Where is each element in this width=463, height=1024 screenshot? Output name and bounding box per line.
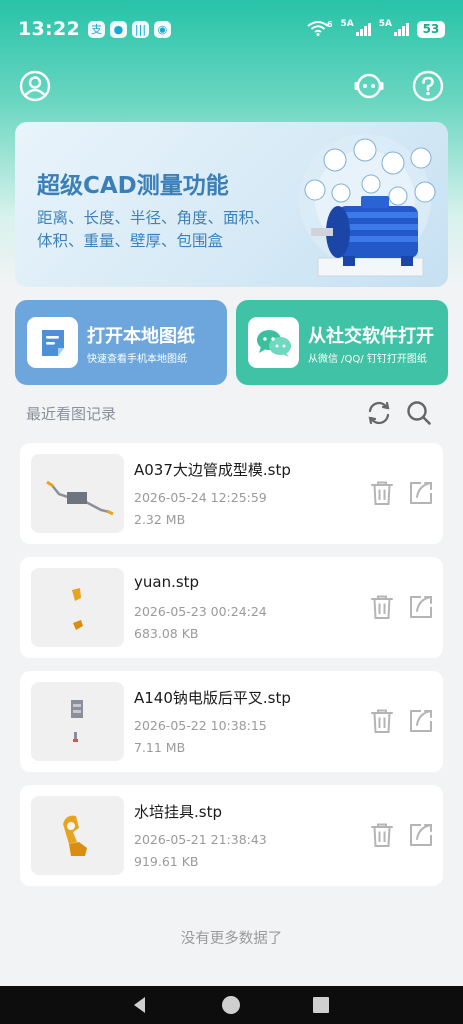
open-social-subtitle: 从微信 /QQ/ 钉钉打开图纸 (308, 354, 427, 365)
file-name: A037大边管成型模.stp (134, 461, 291, 479)
file-name: yuan.stp (134, 573, 200, 591)
robot-assistant-icon[interactable] (353, 70, 385, 102)
no-more-data-text: 没有更多数据了 (180, 931, 283, 947)
signal-icon-1 (355, 22, 371, 36)
file-date: 2026-05-21 21:38:43 (134, 832, 267, 847)
share-icon[interactable] (408, 708, 434, 734)
file-name: 水培挂具.stp (134, 803, 222, 821)
share-icon[interactable] (408, 822, 434, 848)
notification-icons: 支 ● ||| ◉ (87, 20, 171, 38)
file-item[interactable]: yuan.stp 2026-05-23 00:24:24 683.08 KB (20, 557, 443, 658)
open-from-social-button[interactable]: 从社交软件打开 从微信 /QQ/ 钉钉打开图纸 (236, 300, 448, 385)
trash-icon[interactable] (369, 708, 395, 734)
file-name: A140钠电版后平叉.stp (134, 689, 291, 707)
share-icon[interactable] (408, 480, 434, 506)
recents-icon[interactable] (311, 995, 331, 1019)
chat-bubbles-icon (248, 317, 299, 368)
file-thumbnail (31, 682, 124, 761)
motor-illustration (283, 128, 448, 286)
file-size: 7.11 MB (134, 740, 186, 755)
audio-icon: ||| (131, 20, 149, 38)
file-date: 2026-05-23 00:24:24 (134, 604, 267, 619)
signal-icon-2 (394, 22, 409, 36)
file-size: 919.61 KB (134, 854, 199, 869)
system-nav-bar (0, 986, 463, 1024)
file-item[interactable]: A037大边管成型模.stp 2026-05-24 12:25:59 2.32 … (20, 443, 443, 544)
help-icon[interactable] (412, 70, 444, 102)
status-indicators: 6 5A 5A 53 (307, 19, 445, 39)
file-size: 2.32 MB (134, 512, 186, 527)
alipay-icon: 支 (87, 20, 105, 38)
wifi-icon (307, 20, 329, 39)
battery-indicator: 53 (417, 20, 445, 38)
open-local-subtitle: 快速查看手机本地图纸 (87, 354, 187, 365)
share-icon[interactable] (408, 594, 434, 620)
banner-title: 超级CAD测量功能 (37, 173, 229, 199)
status-bar: 13:22 支 ● ||| ◉ 6 5A 5A 53 (0, 0, 463, 58)
file-item[interactable]: 水培挂具.stp 2026-05-21 21:38:43 919.61 KB (20, 785, 443, 886)
refresh-icon[interactable] (366, 400, 392, 426)
open-social-title: 从社交软件打开 (308, 326, 434, 347)
trash-icon[interactable] (369, 822, 395, 848)
search-icon[interactable] (406, 400, 432, 426)
message-icon: ● (109, 20, 127, 38)
trash-icon[interactable] (369, 480, 395, 506)
file-item[interactable]: A140钠电版后平叉.stp 2026-05-22 10:38:15 7.11 … (20, 671, 443, 772)
banner-line-1: 距离、长度、半径、角度、面积、 (37, 209, 270, 227)
document-icon (27, 317, 78, 368)
user-avatar-icon[interactable] (19, 70, 51, 102)
net-label-3: 5A (378, 19, 392, 29)
home-icon[interactable] (221, 995, 241, 1019)
recent-records-title: 最近看图记录 (26, 405, 117, 423)
file-thumbnail (31, 796, 124, 875)
status-time: 13:22 (18, 18, 80, 40)
trash-icon[interactable] (369, 594, 395, 620)
net-label-1: 6 (326, 19, 333, 29)
cad-measure-banner[interactable]: 超级CAD测量功能 距离、长度、半径、角度、面积、 体积、重量、壁厚、包围盒 (15, 122, 448, 287)
banner-line-2: 体积、重量、壁厚、包围盒 (37, 232, 224, 250)
file-thumbnail (31, 568, 124, 647)
file-size: 683.08 KB (134, 626, 199, 641)
file-date: 2026-05-24 12:25:59 (134, 490, 267, 505)
open-local-title: 打开本地图纸 (87, 326, 195, 347)
back-icon[interactable] (130, 995, 150, 1019)
open-local-drawing-button[interactable]: 打开本地图纸 快速查看手机本地图纸 (15, 300, 227, 385)
file-date: 2026-05-22 10:38:15 (134, 718, 267, 733)
net-label-2: 5A (340, 19, 354, 29)
bulb-icon: ◉ (153, 20, 171, 38)
file-thumbnail (31, 454, 124, 533)
